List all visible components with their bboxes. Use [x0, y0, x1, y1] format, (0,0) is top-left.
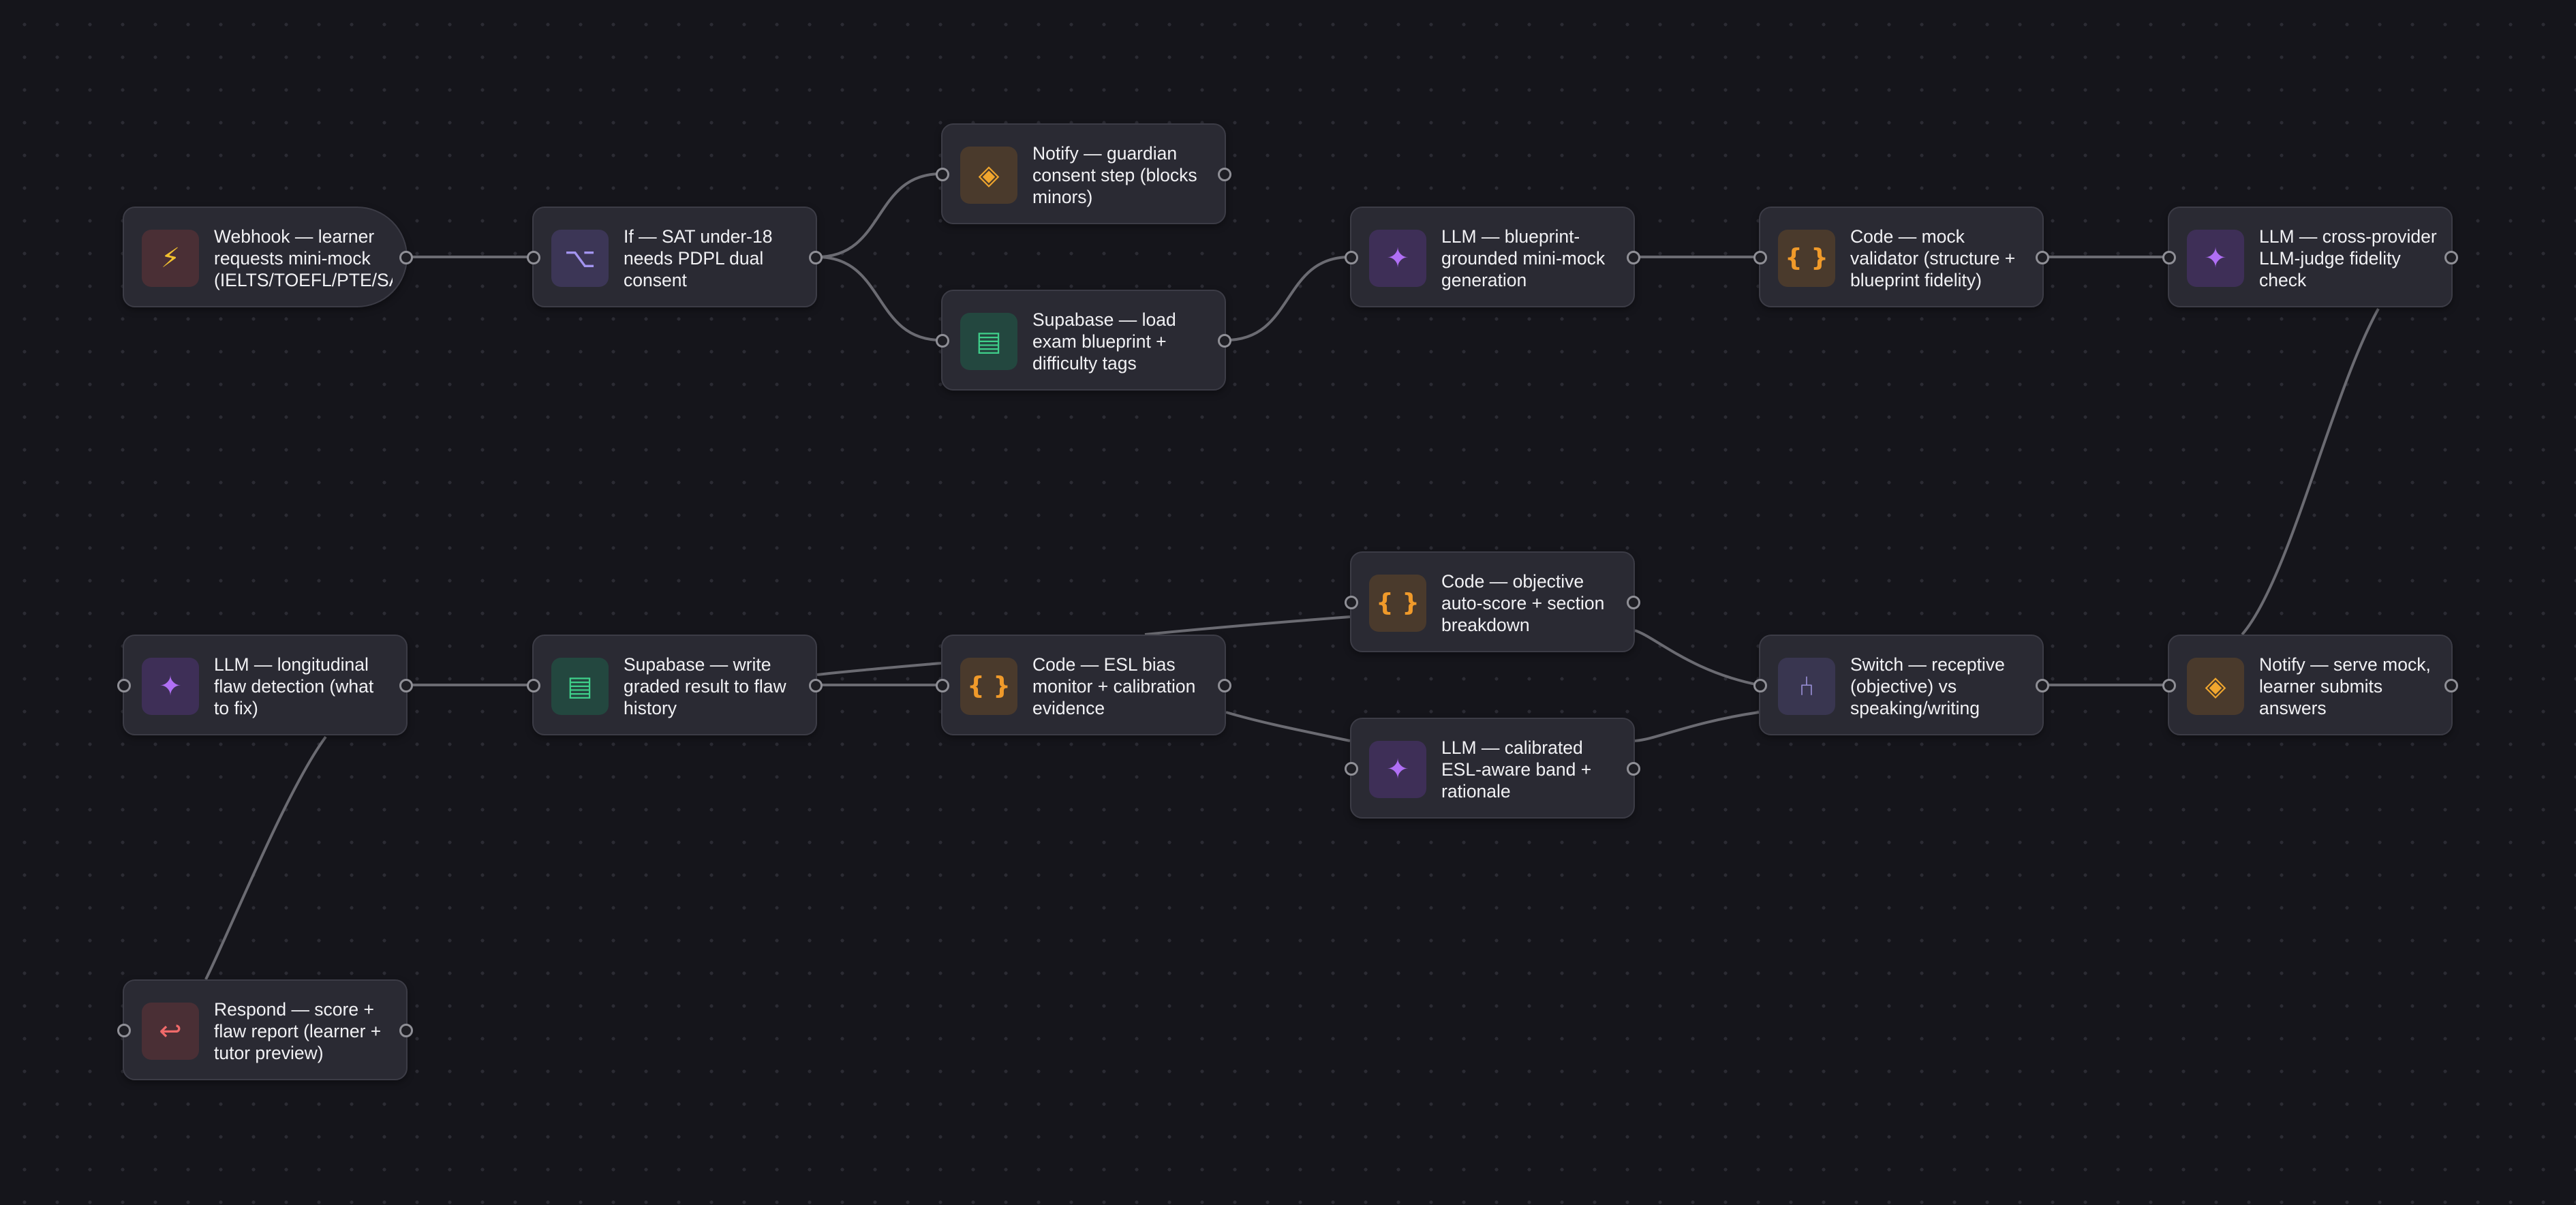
- node-if-sat-consent[interactable]: ⌥ If — SAT under-18 needs PDPL dual cons…: [527, 207, 823, 307]
- node-label: Supabase — load exam blueprint + difficu…: [1032, 309, 1176, 373]
- workflow-canvas[interactable]: ⚡ Webhook — learner requests mini-mock (…: [0, 0, 2576, 1205]
- edge-code-bias-to-supabase-write: [816, 662, 942, 676]
- node-llm-calibrated-band[interactable]: ✦ LLM — calibrated ESL-aware band + rati…: [1345, 718, 1640, 819]
- output-port[interactable]: [1627, 251, 1640, 264]
- node-label: LLM — longitudinal flaw detection (what …: [214, 654, 374, 718]
- input-port[interactable]: [936, 168, 949, 181]
- node-supabase-write-result[interactable]: ▤ Supabase — write graded result to flaw…: [527, 635, 823, 735]
- diamond-icon: ◈: [960, 147, 1017, 204]
- output-port[interactable]: [809, 679, 823, 692]
- node-code-mock-validator[interactable]: { } Code — mock validator (structure + b…: [1753, 207, 2049, 307]
- output-port[interactable]: [1627, 762, 1640, 776]
- input-port[interactable]: [936, 679, 949, 692]
- output-port[interactable]: [1627, 596, 1640, 609]
- node-notify-guardian-consent[interactable]: ◈ Notify — guardian consent step (blocks…: [936, 123, 1231, 224]
- node-label: Code — mock validator (structure + bluep…: [1850, 226, 2016, 290]
- output-port[interactable]: [399, 1024, 413, 1037]
- input-port[interactable]: [1345, 762, 1358, 776]
- node-llm-judge-fidelity[interactable]: ✦ LLM — cross-provider LLM-judge fidelit…: [2162, 207, 2458, 307]
- node-webhook-trigger[interactable]: ⚡ Webhook — learner requests mini-mock (…: [123, 207, 413, 307]
- return-arrow-icon: ↩: [142, 1003, 199, 1060]
- database-table-icon: ▤: [551, 658, 609, 715]
- node-label: LLM — calibrated ESL-aware band + ration…: [1441, 737, 1592, 802]
- lightning-icon: ⚡: [142, 230, 199, 287]
- output-port[interactable]: [399, 679, 413, 692]
- node-label: If — SAT under-18 needs PDPL dual consen…: [624, 226, 773, 290]
- node-supabase-load-blueprint[interactable]: ▤ Supabase — load exam blueprint + diffi…: [936, 290, 1231, 391]
- node-label: Respond — score + flaw report (learner +…: [214, 999, 382, 1063]
- node-label: Switch — receptive (objective) vs speaki…: [1850, 654, 2005, 718]
- sparkle-icon: ✦: [1369, 230, 1426, 287]
- diamond-icon: ◈: [2187, 658, 2244, 715]
- node-label: Notify — guardian consent step (blocks m…: [1032, 143, 1197, 207]
- node-llm-flaw-detection[interactable]: ✦ LLM — longitudinal flaw detection (wha…: [117, 635, 413, 735]
- edge-llm-judge-to-notify-serve: [2241, 308, 2380, 636]
- input-port[interactable]: [527, 251, 540, 264]
- input-port[interactable]: [2162, 251, 2176, 264]
- node-llm-mock-generation[interactable]: ✦ LLM — blueprint-grounded mini-mock gen…: [1345, 207, 1640, 307]
- node-code-objective-autoscore[interactable]: { } Code — objective auto-score + sectio…: [1345, 551, 1640, 652]
- edge-code-autoscore-to-code-bias: [1144, 615, 1351, 636]
- input-port[interactable]: [1345, 251, 1358, 264]
- output-port[interactable]: [809, 251, 823, 264]
- edge-llm-band-to-code-bias: [1225, 711, 1351, 742]
- sparkle-icon: ✦: [1369, 741, 1426, 798]
- input-port[interactable]: [1753, 679, 1767, 692]
- sparkle-icon: ✦: [2187, 230, 2244, 287]
- edge-supabase-load-to-llm-generate: [1225, 256, 1351, 341]
- edge-if-to-supabase-load: [816, 256, 942, 341]
- input-port[interactable]: [1345, 596, 1358, 609]
- node-label: LLM — blueprint-grounded mini-mock gener…: [1441, 226, 1606, 290]
- node-label: Code — ESL bias monitor + calibration ev…: [1032, 654, 1196, 718]
- node-switch-receptive-productive[interactable]: ⑃ Switch — receptive (objective) vs spea…: [1753, 635, 2049, 735]
- node-label: Code — objective auto-score + section br…: [1441, 571, 1605, 635]
- output-port[interactable]: [1218, 334, 1231, 348]
- output-port[interactable]: [2444, 251, 2458, 264]
- edge-llm-flaw-to-respond: [204, 735, 327, 980]
- input-port[interactable]: [936, 334, 949, 348]
- split-icon: ⑃: [1778, 658, 1835, 715]
- edge-switch-to-code-autoscore: [1634, 629, 1760, 686]
- sparkle-icon: ✦: [142, 658, 199, 715]
- output-port[interactable]: [1218, 168, 1231, 181]
- input-port[interactable]: [117, 679, 131, 692]
- node-notify-serve-mock[interactable]: ◈ Notify — serve mock, learner submits a…: [2162, 635, 2458, 735]
- code-braces-icon: { }: [1778, 230, 1835, 287]
- input-port[interactable]: [117, 1024, 131, 1037]
- output-port[interactable]: [2036, 251, 2049, 264]
- edge-if-to-notify-guardian: [816, 172, 942, 258]
- output-port[interactable]: [1218, 679, 1231, 692]
- input-port[interactable]: [527, 679, 540, 692]
- edge-switch-to-llm-band: [1634, 711, 1760, 742]
- code-braces-icon: { }: [1369, 575, 1426, 632]
- node-respond-score-report[interactable]: ↩ Respond — score + flaw report (learner…: [117, 979, 413, 1080]
- output-port[interactable]: [2036, 679, 2049, 692]
- input-port[interactable]: [2162, 679, 2176, 692]
- code-braces-icon: { }: [960, 658, 1017, 715]
- node-label: Notify — serve mock, learner submits ans…: [2259, 654, 2431, 718]
- node-label: LLM — cross-provider LLM-judge fidelity …: [2259, 226, 2437, 290]
- node-label: Webhook — learner requests mini-mock (IE…: [214, 226, 393, 290]
- output-port[interactable]: [2444, 679, 2458, 692]
- output-port[interactable]: [399, 251, 413, 264]
- node-label: Supabase — write graded result to flaw h…: [624, 654, 786, 718]
- node-code-esl-bias-monitor[interactable]: { } Code — ESL bias monitor + calibratio…: [936, 635, 1231, 735]
- branch-icon: ⌥: [551, 230, 609, 287]
- input-port[interactable]: [1753, 251, 1767, 264]
- database-table-icon: ▤: [960, 313, 1017, 370]
